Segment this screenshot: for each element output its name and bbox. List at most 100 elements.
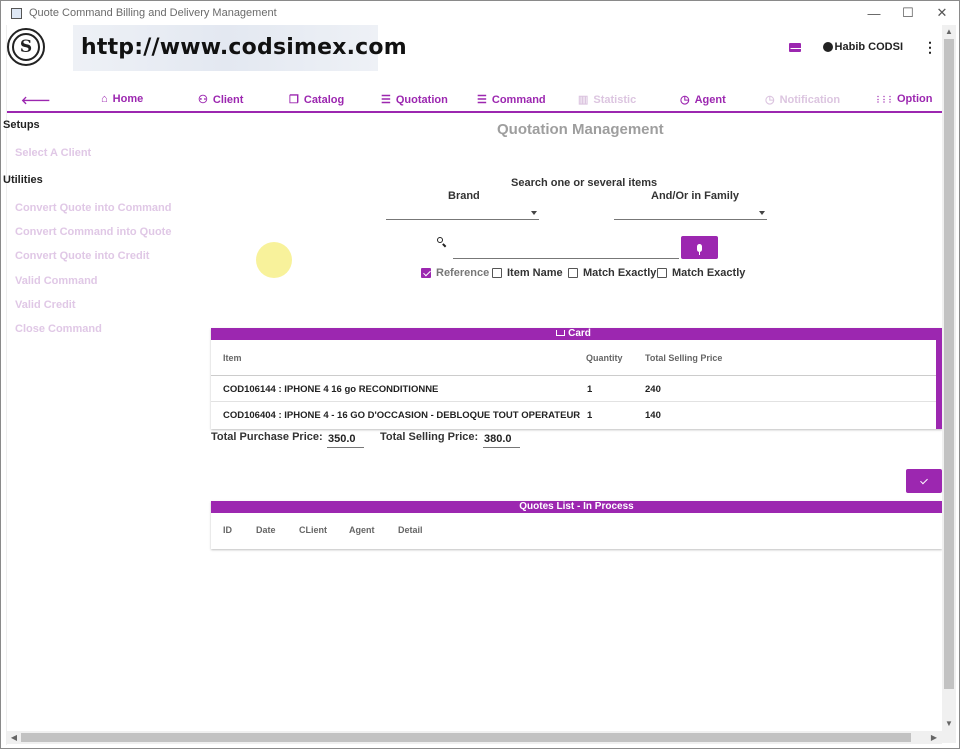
- client-icon: ⚇: [198, 94, 208, 106]
- sidebar-item-valid-credit[interactable]: Valid Credit: [15, 299, 76, 311]
- col-item: Item: [223, 353, 242, 363]
- total-purchase-label: Total Purchase Price:: [211, 431, 323, 443]
- scroll-left-icon[interactable]: ◀: [7, 731, 21, 744]
- item-name-label: Item Name: [507, 267, 563, 279]
- checkbox-icon: [492, 268, 502, 278]
- nav-notification: ◷ Notification: [765, 93, 841, 107]
- item-name-checkbox[interactable]: Item Name: [492, 267, 563, 279]
- close-button[interactable]: ✕: [925, 1, 959, 25]
- nav-quotation-label: Quotation: [395, 93, 448, 106]
- minimize-button[interactable]: —: [857, 1, 891, 25]
- company-logo: S: [7, 28, 45, 66]
- cart-row[interactable]: COD106144 : IPHONE 4 16 go RECONDITIONNE…: [211, 376, 936, 402]
- col-total-selling: Total Selling Price: [645, 353, 723, 363]
- cart-title: Card: [568, 328, 591, 339]
- banner-text: http://www.codsimex.com: [81, 35, 407, 60]
- cart-header: Card: [211, 328, 936, 340]
- sidebar-item-convert-quote-credit[interactable]: Convert Quote into Credit: [15, 250, 149, 262]
- grid-icon: ⋮⋮⋮: [874, 94, 894, 104]
- window-controls: — ☐ ✕: [857, 1, 959, 25]
- col-date: Date: [256, 525, 276, 535]
- arrow-left-icon: 🡐: [21, 95, 51, 107]
- cart-row-total: 140: [645, 410, 661, 421]
- more-vert-icon[interactable]: ⋮: [923, 40, 937, 54]
- scroll-up-icon[interactable]: ▲: [942, 25, 956, 39]
- sidebar-item-close-command[interactable]: Close Command: [15, 323, 102, 335]
- total-selling-value: 380.0: [483, 433, 520, 448]
- col-client: CLient: [299, 525, 327, 535]
- horizontal-scroll-thumb[interactable]: [21, 733, 911, 742]
- reference-label: Reference: [436, 267, 490, 279]
- chevron-down-icon: [531, 211, 537, 215]
- match-exactly-checkbox-2[interactable]: Match Exactly: [657, 267, 745, 279]
- chevron-down-icon: [759, 211, 765, 215]
- confirm-button[interactable]: [906, 469, 942, 493]
- cart-row-item: COD106144 : IPHONE 4 16 go RECONDITIONNE: [223, 384, 439, 395]
- nav-home[interactable]: ⌂ Home: [101, 93, 143, 105]
- voice-search-button[interactable]: [681, 236, 718, 259]
- nav-notification-label: Notification: [779, 93, 841, 106]
- search-icon: [437, 237, 447, 248]
- check-icon: [920, 476, 928, 484]
- checkbox-checked-icon: [421, 268, 431, 278]
- horizontal-scrollbar[interactable]: ◀ ▶: [7, 731, 942, 744]
- vertical-scrollbar[interactable]: ▲ ▼: [942, 25, 956, 743]
- command-icon: ☰: [477, 94, 487, 106]
- sidebar-item-convert-command-quote[interactable]: Convert Command into Quote: [15, 226, 171, 238]
- total-selling-label: Total Selling Price:: [380, 431, 479, 443]
- checkbox-icon: [657, 268, 667, 278]
- col-agent: Agent: [349, 525, 375, 535]
- cart-row-item: COD106404 : IPHONE 4 - 16 GO D'OCCASION …: [223, 410, 581, 421]
- reference-checkbox[interactable]: Reference: [421, 267, 489, 279]
- cart-icon: [556, 330, 566, 336]
- cart-card: Card Item Quantity Total Selling Price C…: [211, 328, 942, 429]
- nav-agent-label: Agent: [694, 93, 726, 106]
- cursor-highlight: [256, 242, 292, 278]
- scroll-down-icon[interactable]: ▼: [942, 717, 956, 731]
- cart-row-total: 240: [645, 384, 661, 395]
- nav-agent[interactable]: ◷ Agent: [680, 93, 726, 107]
- quotation-icon: ☰: [381, 94, 391, 106]
- cart-row[interactable]: COD106404 : IPHONE 4 - 16 GO D'OCCASION …: [211, 402, 936, 428]
- main-nav: 🡐 ⌂ Home ⚇ Client ❐ Catalog ☰ Quotation …: [7, 89, 942, 113]
- window-title: Quote Command Billing and Delivery Manag…: [29, 7, 277, 19]
- nav-statistic-label: Statistic: [593, 93, 637, 106]
- sidebar-item-convert-quote-command[interactable]: Convert Quote into Command: [15, 202, 171, 214]
- sidebar-item-valid-command[interactable]: Valid Command: [15, 275, 98, 287]
- brand-select[interactable]: [386, 206, 539, 220]
- nav-option-label: Option: [897, 93, 933, 105]
- nav-quotation[interactable]: ☰ Quotation: [381, 93, 448, 107]
- vertical-scroll-thumb[interactable]: [944, 39, 954, 689]
- match-exactly-checkbox-1[interactable]: Match Exactly: [568, 267, 656, 279]
- logo-letter: S: [12, 33, 40, 61]
- sidebar-item-select-client[interactable]: Select A Client: [15, 147, 91, 159]
- left-edge: [1, 25, 7, 745]
- col-id: ID: [223, 525, 232, 535]
- user-menu[interactable]: Habib CODSI: [822, 41, 903, 53]
- user-name: Habib CODSI: [834, 41, 903, 53]
- chart-icon: ▥: [578, 94, 589, 106]
- header-actions: Habib CODSI ⋮: [788, 35, 941, 59]
- nav-catalog[interactable]: ❐ Catalog: [289, 93, 345, 107]
- catalog-icon: ❐: [289, 94, 299, 106]
- nav-statistic: ▥ Statistic: [578, 93, 637, 107]
- cart-table-header: Item Quantity Total Selling Price: [211, 340, 936, 376]
- search-input[interactable]: [453, 237, 679, 259]
- scroll-right-icon[interactable]: ▶: [927, 731, 941, 744]
- nav-client[interactable]: ⚇ Client: [198, 93, 244, 107]
- sidebar-heading-setups: Setups: [3, 119, 40, 131]
- title-bar: Quote Command Billing and Delivery Manag…: [1, 1, 959, 25]
- notification-icon: ◷: [765, 94, 775, 106]
- total-purchase-value: 350.0: [327, 433, 364, 448]
- search-heading: Search one or several items: [511, 177, 658, 189]
- nav-catalog-label: Catalog: [303, 93, 345, 106]
- mic-icon: [697, 243, 702, 255]
- family-select[interactable]: [614, 206, 767, 220]
- nav-option[interactable]: ⋮⋮⋮ Option: [874, 93, 932, 105]
- back-button[interactable]: 🡐: [21, 93, 56, 107]
- sidebar-heading-utilities: Utilities: [3, 174, 43, 186]
- mail-icon[interactable]: [788, 42, 801, 52]
- nav-command[interactable]: ☰ Command: [477, 93, 546, 107]
- maximize-button[interactable]: ☐: [891, 1, 925, 25]
- nav-client-label: Client: [212, 93, 244, 106]
